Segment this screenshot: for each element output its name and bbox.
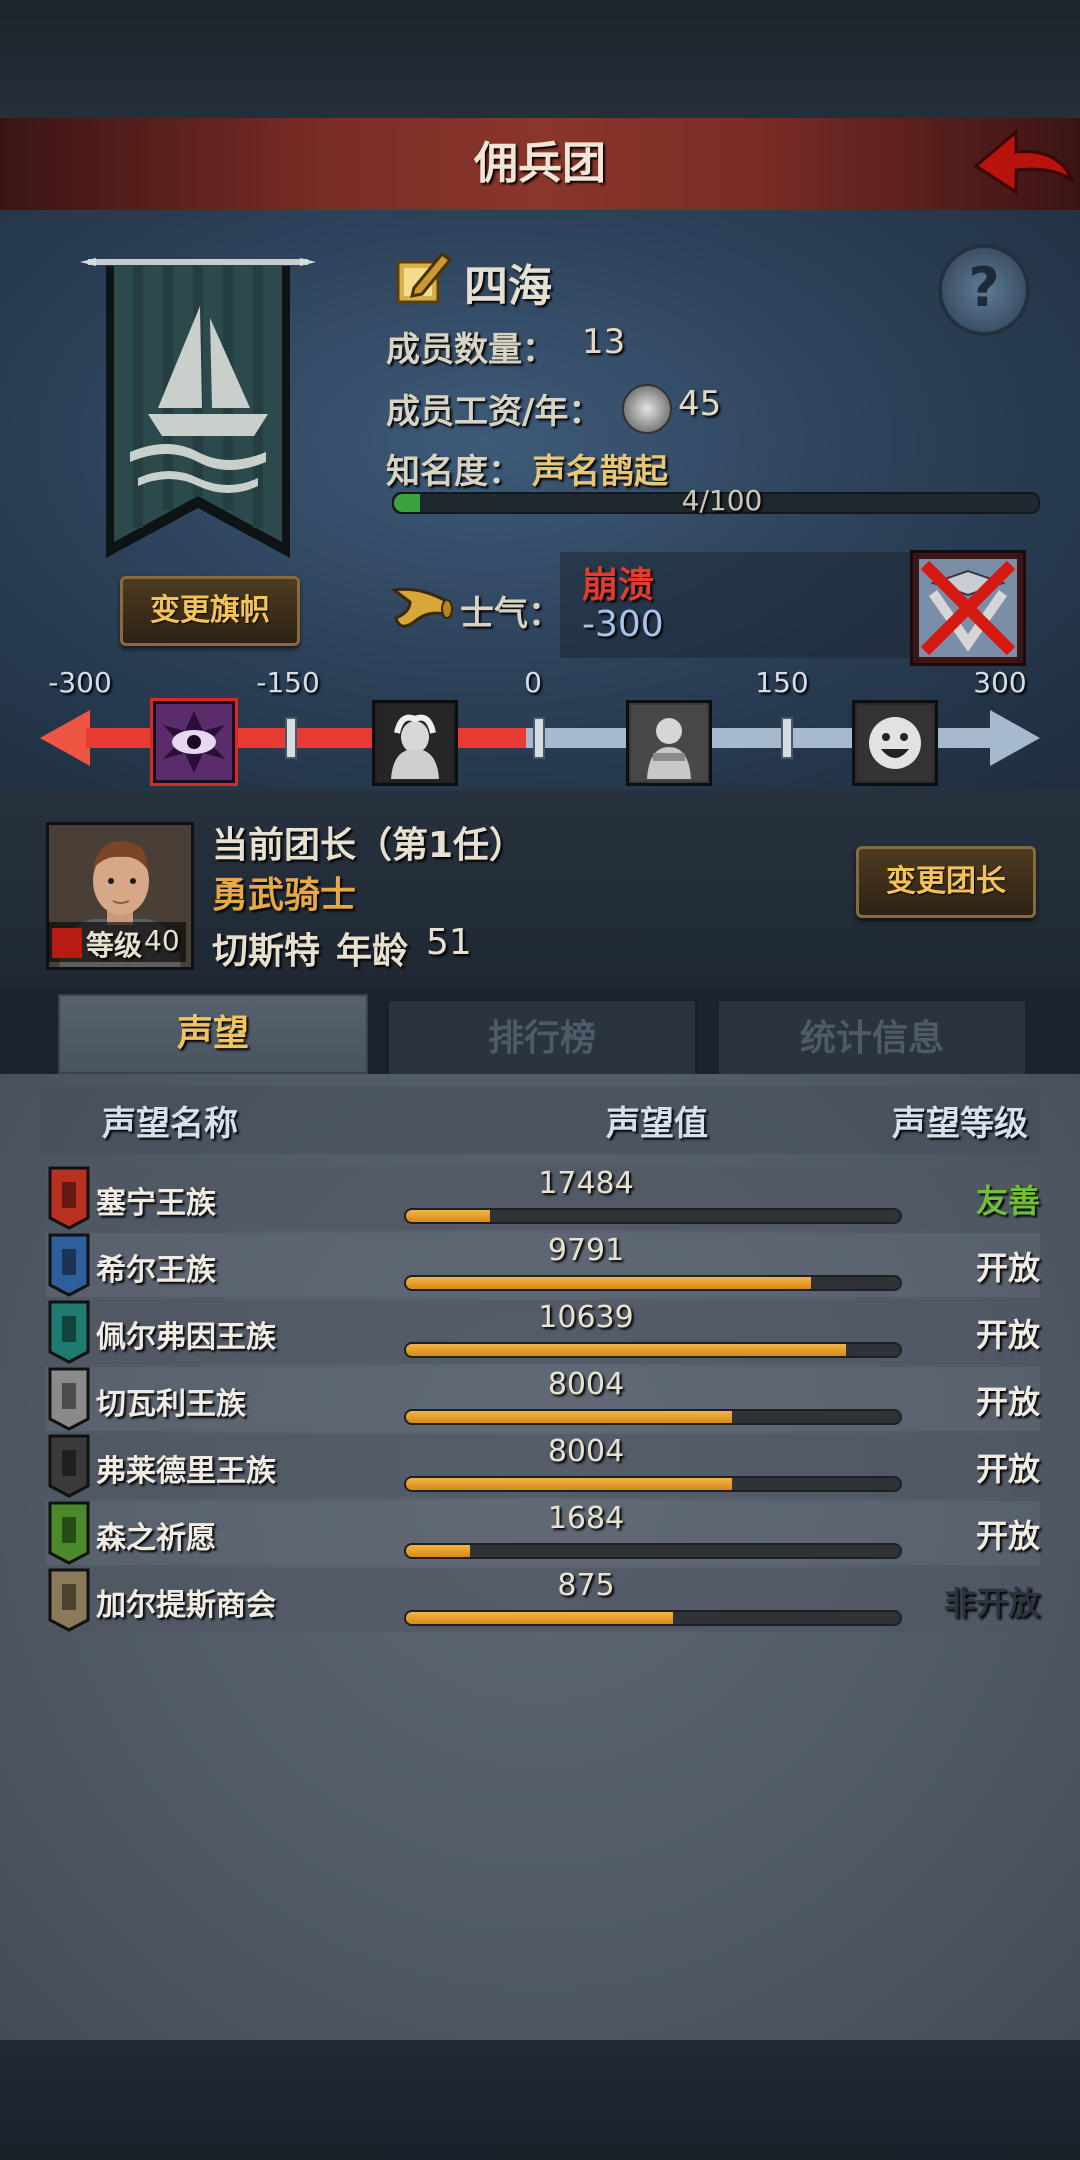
reputation-bar <box>404 1476 902 1492</box>
reputation-level: 开放 <box>975 1383 1040 1421</box>
battle-disabled-icon[interactable] <box>910 550 1026 666</box>
age-value: 51 <box>426 922 472 963</box>
salary-value: 45 <box>678 384 722 424</box>
leader-class: 勇武骑士 <box>212 875 357 916</box>
header-bar: 佣兵团 <box>0 118 1080 214</box>
reputation-value: 8004 <box>547 1434 625 1469</box>
header-name: 声望名称 <box>102 1104 238 1144</box>
reputation-value: 10639 <box>538 1300 634 1335</box>
reputation-bar <box>404 1409 902 1425</box>
reputation-bar <box>404 1208 902 1224</box>
edit-name-icon[interactable] <box>394 248 454 308</box>
scale-label-zero: 0 <box>524 666 542 699</box>
faction-name: 希尔王族 <box>96 1253 216 1288</box>
morale-label: 士气： <box>460 594 562 634</box>
morale-despair-icon <box>372 700 458 786</box>
scale-label-min: -300 <box>48 666 112 699</box>
question-icon: ? <box>968 256 1000 319</box>
scale-label-neg150: -150 <box>256 666 320 699</box>
reputation-level: 非开放 <box>943 1584 1040 1622</box>
horse-icon <box>52 928 82 958</box>
leader-level-tag: 等级 40 <box>48 922 186 962</box>
reputation-bar-fill <box>406 1411 732 1423</box>
silver-coin-icon <box>622 384 672 434</box>
beast-banner-icon <box>48 1434 90 1498</box>
faction-name: 弗莱德里王族 <box>96 1454 276 1489</box>
helmet-banner-icon <box>48 1233 90 1297</box>
level-label: 等级 <box>86 929 143 962</box>
faction-name: 塞宁王族 <box>96 1186 216 1221</box>
castle-banner-icon <box>48 1166 90 1230</box>
reputation-bar-fill <box>406 1478 732 1490</box>
morale-value: -300 <box>582 604 664 645</box>
list-item[interactable]: 佩尔弗因王族 10639 开放 <box>46 1300 1040 1364</box>
reputation-level: 开放 <box>975 1316 1040 1354</box>
reputation-bar-fill <box>406 1545 470 1557</box>
reputation-bar-fill <box>406 1612 673 1624</box>
header-level: 声望等级 <box>892 1104 1028 1144</box>
morale-collapse-icon <box>150 698 238 786</box>
bottom-area <box>0 2040 1080 2160</box>
level-value: 40 <box>144 924 180 957</box>
faction-name: 加尔提斯商会 <box>96 1588 276 1623</box>
morale-scale: -300 -150 0 150 300 <box>40 666 1040 786</box>
morale-neutral-icon <box>626 700 712 786</box>
member-count-value: 13 <box>582 322 626 362</box>
salary-label: 成员工资/年： <box>386 392 603 432</box>
reputation-value: 17484 <box>538 1166 634 1201</box>
reputation-value: 875 <box>557 1568 615 1603</box>
faction-name: 佩尔弗因王族 <box>96 1320 276 1355</box>
faction-name: 切瓦利王族 <box>96 1387 246 1422</box>
reputation-level: 开放 <box>975 1517 1040 1555</box>
team-name: 四海 <box>464 261 552 312</box>
list-item[interactable]: 切瓦利王族 8004 开放 <box>46 1367 1040 1431</box>
list-item[interactable]: 弗莱德里王族 8004 开放 <box>46 1434 1040 1498</box>
morale-happy-icon <box>852 700 938 786</box>
age-label: 年龄 <box>336 931 409 972</box>
back-button[interactable] <box>968 122 1078 206</box>
top-status-area <box>0 0 1080 118</box>
leader-name: 切斯特 <box>212 931 321 972</box>
leader-title: 当前团长（第1任） <box>212 825 526 866</box>
fame-progress-text: 4/100 <box>681 484 763 517</box>
tab-reputation[interactable]: 声望 <box>58 994 368 1074</box>
scale-label-max: 300 <box>973 666 1027 699</box>
reputation-level: 开放 <box>975 1450 1040 1488</box>
reputation-bar-fill <box>406 1277 811 1289</box>
chest-banner-icon <box>48 1568 90 1632</box>
scales-banner-icon <box>48 1367 90 1431</box>
list-item[interactable]: 森之祈愿 1684 开放 <box>46 1501 1040 1565</box>
reputation-level: 开放 <box>975 1249 1040 1287</box>
scale-label-150: 150 <box>755 666 809 699</box>
list-item[interactable]: 塞宁王族 17484 友善 <box>46 1166 1040 1230</box>
list-item[interactable]: 希尔王族 9791 开放 <box>46 1233 1040 1297</box>
reputation-bar <box>404 1275 902 1291</box>
member-count-label: 成员数量： <box>386 330 556 370</box>
reputation-bar-fill <box>406 1344 846 1356</box>
header-value: 声望值 <box>606 1104 708 1144</box>
help-button[interactable]: ? <box>938 244 1030 336</box>
page-title: 佣兵团 <box>474 138 606 189</box>
tab-ranking[interactable]: 排行榜 <box>386 998 698 1080</box>
tree-banner-icon <box>48 1501 90 1565</box>
wave-banner-icon <box>48 1300 90 1364</box>
change-banner-button[interactable]: 变更旗帜 <box>120 576 300 646</box>
reputation-value: 9791 <box>547 1233 625 1268</box>
change-leader-button[interactable]: 变更团长 <box>856 846 1036 918</box>
list-item[interactable]: 加尔提斯商会 875 非开放 <box>46 1568 1040 1632</box>
team-banner <box>80 258 316 558</box>
reputation-bar <box>404 1543 902 1559</box>
faction-name: 森之祈愿 <box>96 1521 216 1556</box>
tab-statistics[interactable]: 统计信息 <box>716 998 1028 1080</box>
reputation-value: 1684 <box>547 1501 625 1536</box>
horn-icon <box>390 580 454 634</box>
reputation-bar <box>404 1342 902 1358</box>
back-arrow-icon <box>973 128 1076 195</box>
reputation-bar <box>404 1610 902 1626</box>
reputation-level: 友善 <box>975 1182 1040 1220</box>
reputation-value: 8004 <box>547 1367 625 1402</box>
morale-status: 崩溃 <box>582 565 655 606</box>
reputation-bar-fill <box>406 1210 490 1222</box>
